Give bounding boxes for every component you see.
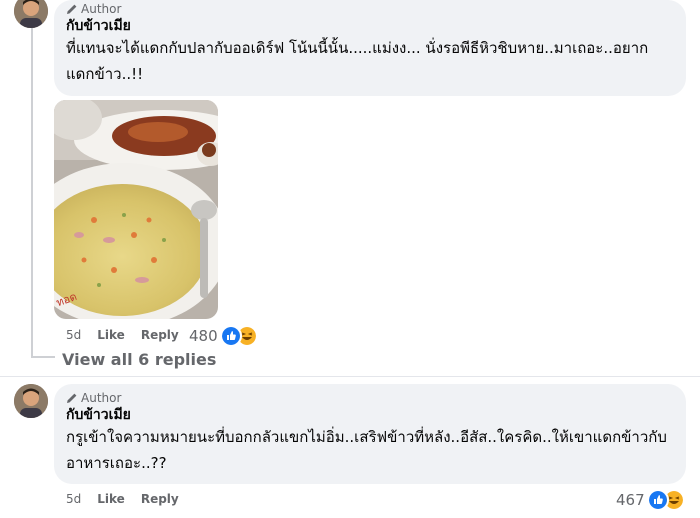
reactions[interactable]: 480 <box>189 325 258 347</box>
commenter-name[interactable]: กับข้าวเมีย <box>66 406 674 424</box>
author-badge-label: Author <box>81 391 122 405</box>
comment-text: กรูเข้าใจความหมายนะที่บอกกลัวแขกไม่อิ่ม.… <box>66 428 667 472</box>
reactions[interactable]: 467 <box>616 489 685 511</box>
thread-line <box>31 28 33 358</box>
food-photo[interactable]: ทอด <box>54 100 218 319</box>
reply-button[interactable]: Reply <box>141 328 179 342</box>
author-badge-label: Author <box>81 2 122 16</box>
comment-text: ที่แทนจะได้แดกกับปลากับออเดิร์ฟ โน้นนี้น… <box>66 39 649 83</box>
pencil-icon <box>67 393 77 403</box>
comment-actions: 5d Like Reply <box>66 492 195 506</box>
reaction-count: 467 <box>616 491 645 509</box>
avatar[interactable] <box>14 384 48 418</box>
comment-bubble: Author กับข้าวเมีย กรูเข้าใจความหมายนะที… <box>54 384 686 484</box>
view-all-replies-link[interactable]: View all 6 replies <box>62 350 216 369</box>
comment-actions: 5d Like Reply <box>66 328 195 342</box>
reaction-count: 480 <box>189 327 218 345</box>
author-badge: Author <box>66 390 674 406</box>
timestamp[interactable]: 5d <box>66 328 81 342</box>
avatar[interactable] <box>14 0 48 28</box>
thread-line-elbow <box>31 356 55 358</box>
comment-bubble: Author กับข้าวเมีย ที่แทนจะได้แดกกับปลาก… <box>54 0 686 96</box>
timestamp[interactable]: 5d <box>66 492 81 506</box>
like-reaction-icon <box>646 489 669 511</box>
commenter-name[interactable]: กับข้าวเมีย <box>66 17 674 35</box>
author-badge: Author <box>66 1 674 17</box>
reply-button[interactable]: Reply <box>141 492 179 506</box>
divider <box>0 376 700 377</box>
pencil-icon <box>67 4 77 14</box>
like-button[interactable]: Like <box>97 492 125 506</box>
like-reaction-icon <box>219 325 242 347</box>
like-button[interactable]: Like <box>97 328 125 342</box>
